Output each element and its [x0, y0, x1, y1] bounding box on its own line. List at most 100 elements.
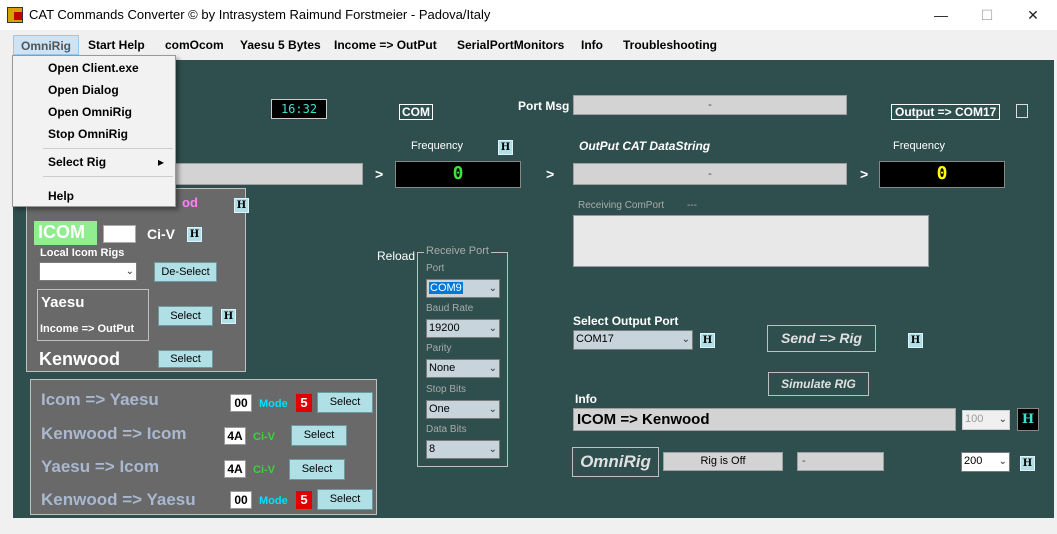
port-combo-value: COM9 [429, 282, 463, 294]
conversion-code-icom-yaesu: 00 [230, 394, 252, 412]
data-bits-label: Data Bits [426, 424, 467, 435]
parity-combo[interactable]: None ⌄ [426, 359, 500, 378]
output-checkbox[interactable] [1016, 104, 1028, 118]
conversion-select-kenwood-icom[interactable]: Select [291, 425, 347, 446]
port-combo[interactable]: COM9 ⌄ [426, 279, 500, 298]
receive-port-group-label: Receive Port [424, 245, 491, 257]
window-bottom-edge [0, 518, 1057, 534]
menu-comocom[interactable]: comOcom [165, 38, 224, 52]
combo-100[interactable]: 100 ⌄ [962, 410, 1010, 430]
menu-yaesu-5-bytes[interactable]: Yaesu 5 Bytes [240, 38, 321, 52]
data-bits-value: 8 [429, 443, 436, 455]
omnirig-button[interactable]: OmniRig [572, 447, 659, 477]
output-frequency-label: Frequency [893, 140, 945, 152]
menu-open-dialog[interactable]: Open Dialog [48, 83, 119, 97]
maximize-button[interactable]: ☐ [964, 0, 1010, 30]
menu-troubleshooting[interactable]: Troubleshooting [623, 38, 717, 52]
port-msg-label: Port Msg [518, 99, 570, 113]
output-com-indicator: Output => COM17 [891, 104, 1001, 120]
deselect-button[interactable]: De-Select [154, 262, 217, 282]
civ-help-button[interactable]: H [187, 227, 202, 242]
data-bits-combo[interactable]: 8 ⌄ [426, 440, 500, 459]
menu-select-rig[interactable]: Select Rig [48, 155, 106, 169]
simulate-rig-button[interactable]: Simulate RIG [768, 372, 869, 396]
yaesu-help-button[interactable]: H [221, 309, 236, 324]
conversion-select-yaesu-icom[interactable]: Select [289, 459, 345, 480]
arrow-1: > [375, 166, 384, 182]
omnirig-status-field: - [797, 452, 884, 471]
yaesu-box: Yaesu Income => OutPut [37, 289, 149, 341]
menu-omnirig-label: OmniRig [21, 39, 71, 53]
conversion-tag-icom-yaesu: Mode [259, 398, 288, 410]
output-datastring-label: OutPut CAT DataString [579, 139, 711, 153]
menu-help[interactable]: Help [48, 189, 74, 203]
receiving-comport-label: Receiving ComPort [578, 200, 665, 211]
conversion-tag-yaesu-icom: Ci-V [253, 464, 275, 476]
info-field: ICOM => Kenwood [573, 408, 956, 431]
combo-200-help-button[interactable]: H [1020, 456, 1035, 471]
menu-stop-omnirig[interactable]: Stop OmniRig [48, 127, 128, 141]
conversion-select-kenwood-yaesu[interactable]: Select [317, 489, 373, 510]
menu-open-omnirig[interactable]: Open OmniRig [48, 105, 132, 119]
rig-panel: od H ICOM Ci-V H Local Icom Rigs ⌄ De-Se… [26, 188, 249, 372]
icom-civ-field[interactable] [103, 225, 136, 243]
reload-label[interactable]: Reload [377, 249, 415, 263]
civ-label: Ci-V [147, 226, 175, 242]
send-rig-button[interactable]: Send => Rig [767, 325, 876, 352]
conversion-label-kenwood-icom: Kenwood => Icom [41, 424, 187, 443]
input-frequency-display: 0 [395, 161, 521, 188]
com-indicator: COM [399, 104, 433, 120]
output-frequency-display: 0 [879, 161, 1005, 188]
conversion-code-kenwood-yaesu: 00 [230, 491, 252, 509]
chevron-down-icon: ⌄ [998, 414, 1007, 425]
menu-omnirig[interactable]: OmniRig [13, 35, 79, 55]
input-datastring-field [161, 163, 363, 185]
conversion-label-yaesu-icom: Yaesu => Icom [41, 457, 160, 476]
menu-info[interactable]: Info [581, 38, 603, 52]
output-port-value: COM17 [576, 333, 614, 345]
info-help-button[interactable]: H [1017, 408, 1039, 431]
menu-income-output[interactable]: Income => OutPut [334, 38, 437, 52]
rig-status-field: Rig is Off [663, 452, 783, 471]
yaesu-income-output-label: Income => OutPut [40, 323, 135, 335]
minimize-button[interactable]: — [918, 0, 964, 30]
chevron-down-icon: ⌄ [488, 283, 497, 294]
baud-rate-label: Baud Rate [426, 303, 474, 314]
conversion-tag-kenwood-icom: Ci-V [253, 431, 275, 443]
conversion-select-icom-yaesu[interactable]: Select [317, 392, 373, 413]
receiving-comport-dash: --- [687, 200, 697, 211]
conversion-code-yaesu-icom: 4A [224, 460, 246, 478]
yaesu-select-button[interactable]: Select [158, 306, 213, 326]
clock-display: 16:32 [271, 99, 327, 119]
stop-bits-combo[interactable]: One ⌄ [426, 400, 500, 419]
menu-start-help[interactable]: Start Help [88, 38, 145, 52]
arrow-2: > [546, 166, 555, 182]
window-title: CAT Commands Converter © by Intrasystem … [29, 7, 491, 22]
kenwood-select-button[interactable]: Select [158, 350, 213, 368]
conversion-num-kenwood-yaesu: 5 [296, 491, 312, 509]
baud-rate-combo[interactable]: 19200 ⌄ [426, 319, 500, 338]
arrow-3: > [860, 166, 869, 182]
chevron-down-icon: ⌄ [488, 444, 497, 455]
menu-open-client[interactable]: Open Client.exe [48, 61, 139, 75]
close-button[interactable]: ✕ [1010, 0, 1056, 30]
conversion-label-kenwood-yaesu: Kenwood => Yaesu [41, 490, 196, 509]
input-frequency-help-button[interactable]: H [498, 140, 513, 155]
output-port-help-button[interactable]: H [700, 333, 715, 348]
conversions-panel: Icom => Yaesu 00 Mode 5 Select Kenwood =… [30, 379, 377, 515]
icom-label: ICOM [34, 221, 97, 245]
rig-panel-help-button[interactable]: H [234, 198, 249, 213]
output-port-combo[interactable]: COM17 ⌄ [573, 330, 693, 350]
local-icom-rigs-combo[interactable]: ⌄ [39, 262, 137, 281]
menu-serial-port-monitors[interactable]: SerialPortMonitors [457, 38, 564, 52]
menu-separator [43, 148, 173, 149]
send-rig-help-button[interactable]: H [908, 333, 923, 348]
combo-200[interactable]: 200 ⌄ [961, 452, 1010, 472]
combo-200-value: 200 [964, 455, 983, 467]
info-label: Info [575, 392, 597, 406]
combo-100-value: 100 [965, 413, 984, 425]
stop-bits-label: Stop Bits [426, 384, 467, 395]
chevron-down-icon: ⌄ [488, 404, 497, 415]
kenwood-label: Kenwood [39, 349, 120, 369]
menu-separator [43, 176, 173, 177]
